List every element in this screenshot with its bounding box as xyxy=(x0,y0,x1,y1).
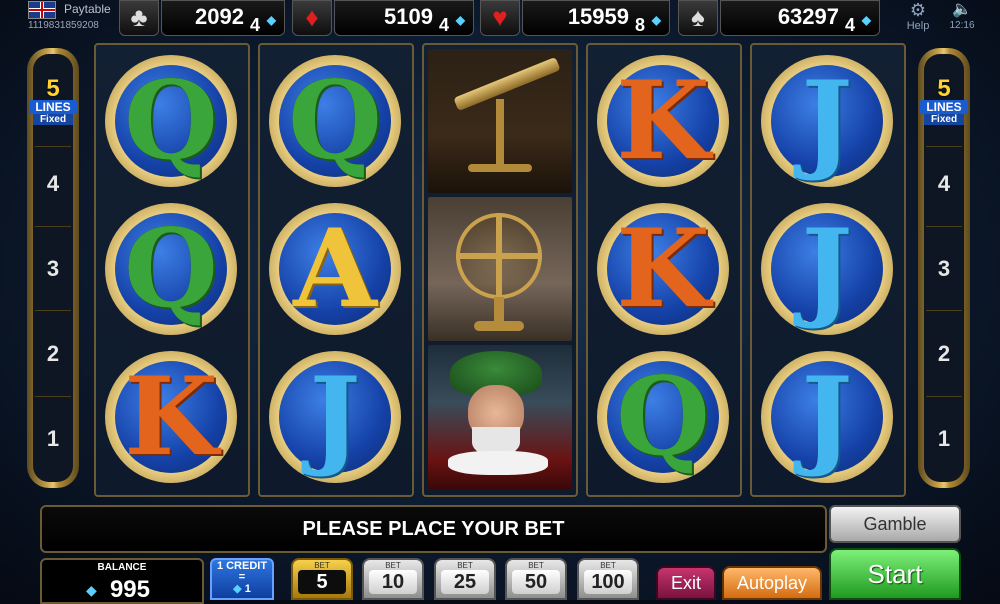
reel-2: Q A J xyxy=(258,43,414,497)
lines-panel-right: 5 LINES Fixed 4 3 2 1 xyxy=(918,48,970,488)
line-number: 1 xyxy=(46,426,60,451)
symbol-j: J xyxy=(761,351,893,483)
bet-value: 25 xyxy=(441,570,489,594)
line-number: 2 xyxy=(937,341,951,366)
speaker-icon: 🔈 xyxy=(952,1,972,18)
jackpot-cents: 4 xyxy=(438,15,449,35)
diamonds-icon: ♦ xyxy=(292,0,332,36)
reel-1: Q Q K xyxy=(94,43,250,497)
spades-icon: ♠ xyxy=(678,0,718,36)
balance-label: BALANCE xyxy=(97,562,147,573)
reel-3 xyxy=(422,43,578,497)
gem-icon: ◆ xyxy=(861,13,871,27)
bet-label: BET xyxy=(600,561,616,570)
bet-value: 5 xyxy=(298,570,346,594)
jackpot-clubs: ♣ 2092 4 ◆ xyxy=(119,0,285,36)
bet-button-25[interactable]: BET 25 xyxy=(434,558,496,600)
bet-label: BET xyxy=(314,561,330,570)
lines-fixed-label: Fixed xyxy=(33,114,73,125)
jackpot-amount: 5109 xyxy=(384,4,433,29)
reel-4: K K Q xyxy=(586,43,742,497)
clock: 12:16 xyxy=(949,20,975,31)
start-button[interactable]: Start xyxy=(829,548,961,600)
help-button[interactable]: ⚙ Help xyxy=(903,0,933,32)
jackpot-cents: 4 xyxy=(844,15,855,35)
jackpot-spades: ♠ 63297 4 ◆ xyxy=(678,0,880,36)
jackpot-value: 15959 8 ◆ xyxy=(522,0,670,36)
jackpot-amount: 63297 xyxy=(777,4,839,29)
gem-icon: ◆ xyxy=(86,582,97,598)
symbol-a: A xyxy=(269,203,401,335)
gem-icon: ◆ xyxy=(651,13,661,27)
bet-label: BET xyxy=(385,561,401,570)
symbol-j: J xyxy=(761,55,893,187)
lines-indicator: 5 LINES Fixed xyxy=(27,75,79,125)
help-icon: ⚙ xyxy=(909,0,927,20)
bet-button-50[interactable]: BET 50 xyxy=(505,558,567,600)
armillary-sphere-symbol xyxy=(428,197,572,341)
lines-indicator: 5 LINES Fixed xyxy=(918,75,970,125)
symbol-j: J xyxy=(761,203,893,335)
lines-count: 5 xyxy=(937,75,951,102)
line-number: 3 xyxy=(46,256,60,281)
jackpot-value: 5109 4 ◆ xyxy=(334,0,474,36)
ticket-id: 1119831859208 xyxy=(28,20,99,31)
credit-eq: = xyxy=(238,571,246,583)
symbol-q: Q xyxy=(597,351,729,483)
jackpot-cents: 4 xyxy=(249,15,260,35)
paytable-link[interactable]: Paytable xyxy=(64,2,111,16)
lines-label: LINES xyxy=(29,100,77,114)
symbol-k: K xyxy=(597,55,729,187)
gamble-button[interactable]: Gamble xyxy=(829,505,961,543)
bet-value: 100 xyxy=(584,570,632,594)
hearts-icon: ♥ xyxy=(480,0,520,36)
bet-button-5[interactable]: BET 5 xyxy=(291,558,353,600)
symbol-q: Q xyxy=(269,55,401,187)
bet-button-100[interactable]: BET 100 xyxy=(577,558,639,600)
autoplay-button[interactable]: Autoplay xyxy=(722,566,822,600)
jackpot-hearts: ♥ 15959 8 ◆ xyxy=(480,0,670,36)
symbol-q: Q xyxy=(105,203,237,335)
balance-display: BALANCE ◆ 995 xyxy=(40,558,204,604)
gem-icon: ◆ xyxy=(455,13,465,27)
sound-button[interactable]: 🔈 12:16 xyxy=(945,0,979,31)
line-number: 4 xyxy=(937,171,951,196)
lines-panel-left: 5 LINES Fixed 4 3 2 1 xyxy=(27,48,79,488)
lines-fixed-label: Fixed xyxy=(924,114,964,125)
reel-5: J J J xyxy=(750,43,906,497)
gem-icon: ◆ xyxy=(233,583,242,595)
jackpot-amount: 15959 xyxy=(567,4,629,29)
bet-button-10[interactable]: BET 10 xyxy=(362,558,424,600)
credit-value: ◆ 1 xyxy=(233,583,251,595)
symbol-j: J xyxy=(269,351,401,483)
jackpot-bar: Paytable 1119831859208 ♣ 2092 4 ◆ ♦ 5109… xyxy=(0,0,1000,40)
bet-value: 10 xyxy=(369,570,417,594)
bet-label: BET xyxy=(457,561,473,570)
line-number: 1 xyxy=(937,426,951,451)
clubs-icon: ♣ xyxy=(119,0,159,36)
telescope-symbol xyxy=(428,49,572,193)
symbol-q: Q xyxy=(105,55,237,187)
jackpot-cents: 8 xyxy=(634,15,645,35)
help-label: Help xyxy=(906,20,930,32)
line-number: 3 xyxy=(937,256,951,281)
jackpot-amount: 2092 xyxy=(195,4,244,29)
language-flag-icon[interactable] xyxy=(28,1,56,19)
jackpot-diamonds: ♦ 5109 4 ◆ xyxy=(292,0,474,36)
bet-value: 50 xyxy=(512,570,560,594)
line-number: 2 xyxy=(46,341,60,366)
line-number: 4 xyxy=(46,171,60,196)
jackpot-value: 2092 4 ◆ xyxy=(161,0,285,36)
gem-icon: ◆ xyxy=(266,13,276,27)
lines-count: 5 xyxy=(46,75,60,102)
jackpot-value: 63297 4 ◆ xyxy=(720,0,880,36)
exit-button[interactable]: Exit xyxy=(656,566,716,600)
lines-label: LINES xyxy=(920,100,968,114)
symbol-k: K xyxy=(105,351,237,483)
astronomer-symbol xyxy=(428,345,572,489)
status-message: PLEASE PLACE YOUR BET xyxy=(40,505,827,553)
symbol-k: K xyxy=(597,203,729,335)
bet-label: BET xyxy=(528,561,544,570)
credit-value-box[interactable]: 1 CREDIT = ◆ 1 xyxy=(210,558,274,600)
